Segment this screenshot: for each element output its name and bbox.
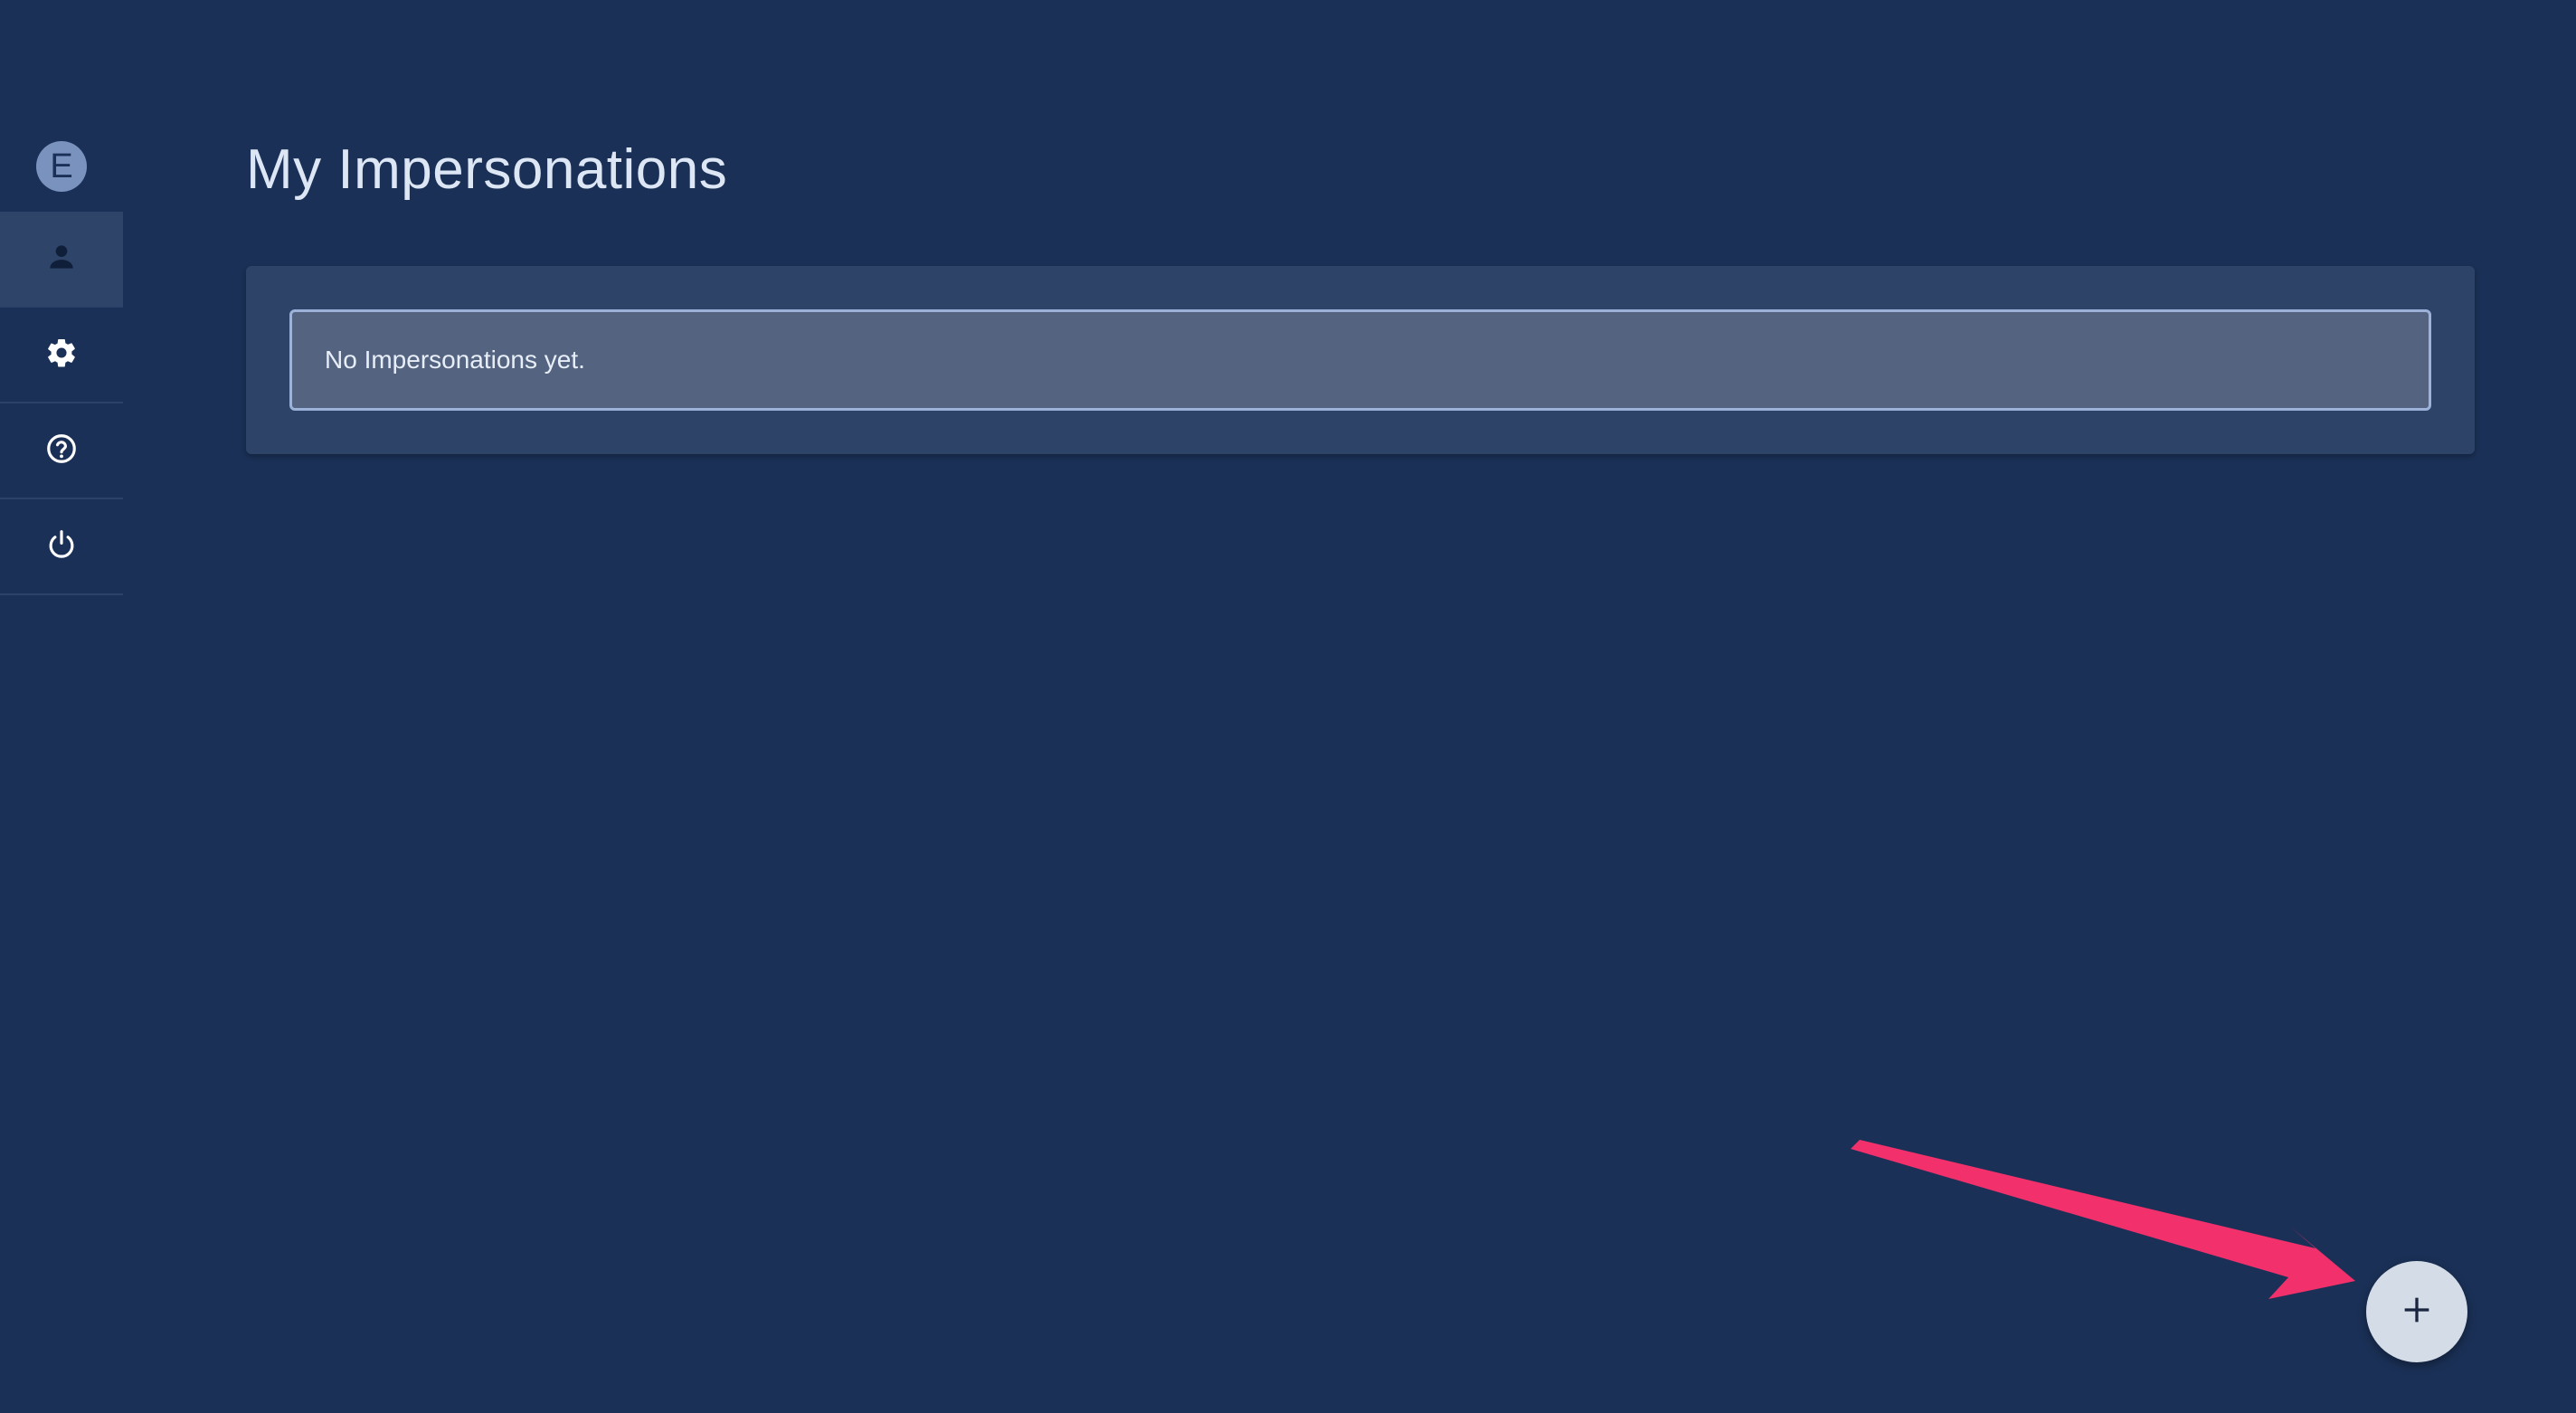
avatar[interactable]: E bbox=[36, 141, 87, 192]
person-icon bbox=[44, 240, 79, 279]
app-root: E My Impersonations No Impersonations ye… bbox=[0, 0, 2576, 1413]
sidebar-item-profile[interactable] bbox=[0, 212, 123, 308]
sidebar-nav bbox=[0, 212, 123, 595]
sidebar: E bbox=[0, 0, 123, 1413]
gear-icon bbox=[44, 336, 79, 375]
empty-state-message: No Impersonations yet. bbox=[289, 309, 2431, 411]
add-impersonation-button[interactable] bbox=[2366, 1261, 2467, 1362]
impersonations-card: No Impersonations yet. bbox=[246, 266, 2475, 454]
power-icon bbox=[44, 527, 79, 566]
annotation-arrow bbox=[1851, 1140, 2355, 1299]
sidebar-item-logout[interactable] bbox=[0, 499, 123, 595]
plus-icon bbox=[2399, 1292, 2435, 1332]
page-title: My Impersonations bbox=[246, 138, 728, 201]
sidebar-item-help[interactable] bbox=[0, 403, 123, 499]
help-circle-icon bbox=[44, 431, 79, 470]
annotation-arrow-shape bbox=[1851, 1140, 2355, 1299]
avatar-initial: E bbox=[50, 147, 73, 185]
sidebar-item-settings[interactable] bbox=[0, 308, 123, 403]
